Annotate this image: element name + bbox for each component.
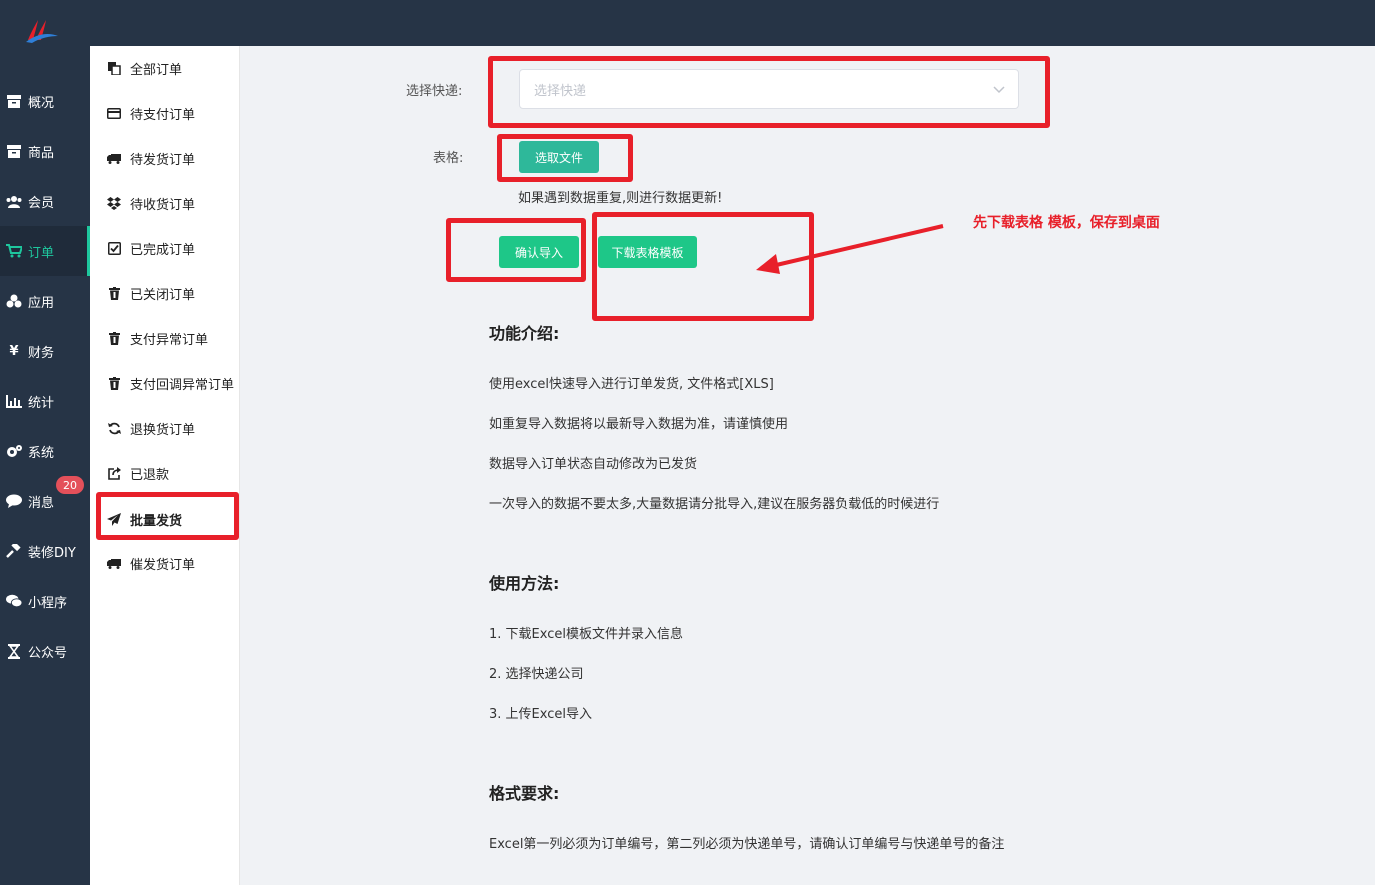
nav-item-goods[interactable]: 商品 bbox=[0, 126, 90, 176]
nav-item-mini-program[interactable]: 小程序 bbox=[0, 576, 90, 626]
refresh-icon bbox=[107, 422, 121, 436]
nav-item-apps[interactable]: 应用 bbox=[0, 276, 90, 326]
intro-title: 功能介绍: bbox=[489, 324, 560, 343]
subnav-item-batch-shipping[interactable]: 批量发货 bbox=[90, 497, 240, 542]
intro-line: 一次导入的数据不要太多,大量数据请分批导入,建议在服务器负载低的时候进行 bbox=[489, 497, 940, 512]
truck-icon bbox=[107, 152, 121, 166]
cubes-icon bbox=[6, 293, 22, 309]
trash-icon bbox=[107, 287, 121, 301]
order-sidebar: 全部订单 待支付订单 待发货订单 待收货订单 已完成订单 已关闭订单 支付异常订… bbox=[90, 46, 240, 885]
nav-item-label: 应用 bbox=[28, 295, 55, 311]
nav-item-label: 消息 bbox=[28, 495, 55, 511]
nav-item-label: 装修DIY bbox=[28, 545, 76, 561]
credit-card-icon bbox=[107, 107, 121, 121]
comment-icon bbox=[6, 493, 22, 509]
subnav-item-label: 支付异常订单 bbox=[130, 333, 209, 348]
subnav-item-completed[interactable]: 已完成订单 bbox=[90, 226, 240, 271]
gears-icon bbox=[6, 443, 22, 459]
nav-item-label: 商品 bbox=[28, 145, 55, 161]
yen-icon: ¥ bbox=[9, 343, 19, 359]
subnav-item-pending-receipt[interactable]: 待收货订单 bbox=[90, 181, 240, 226]
subnav-item-label: 已关闭订单 bbox=[130, 288, 196, 303]
nav-item-label: 公众号 bbox=[28, 645, 68, 661]
subnav-item-label: 已退款 bbox=[130, 468, 170, 483]
subnav-item-label: 支付回调异常订单 bbox=[130, 378, 235, 393]
format-title: 格式要求: bbox=[489, 784, 560, 803]
trash-icon bbox=[107, 377, 121, 391]
users-icon bbox=[6, 193, 22, 209]
cart-icon bbox=[6, 243, 22, 259]
nav-item-label: 统计 bbox=[28, 395, 55, 411]
trash-icon bbox=[107, 332, 121, 346]
bar-chart-icon bbox=[6, 393, 22, 409]
nav-item-finance[interactable]: ¥ 财务 bbox=[0, 326, 90, 376]
subnav-item-label: 已完成订单 bbox=[130, 243, 196, 258]
download-template-button[interactable]: 下载表格模板 bbox=[598, 236, 697, 268]
duplicate-hint: 如果遇到数据重复,则进行数据更新! bbox=[518, 191, 723, 206]
subnav-item-label: 待收货订单 bbox=[130, 198, 196, 213]
archive-icon bbox=[6, 143, 22, 159]
nav-item-stats[interactable]: 统计 bbox=[0, 376, 90, 426]
hourglass-icon bbox=[6, 643, 22, 659]
intro-line: 如重复导入数据将以最新导入数据为准，请谨慎使用 bbox=[489, 417, 789, 432]
subnav-item-pending-shipment[interactable]: 待发货订单 bbox=[90, 136, 240, 181]
subnav-item-payment-exception[interactable]: 支付异常订单 bbox=[90, 316, 240, 361]
intro-line: 使用excel快速导入进行订单发货, 文件格式[XLS] bbox=[489, 377, 774, 392]
express-label: 选择快递: bbox=[406, 84, 463, 99]
subnav-item-label: 退换货订单 bbox=[130, 423, 196, 438]
subnav-item-label: 待支付订单 bbox=[130, 108, 196, 123]
subnav-item-returns[interactable]: 退换货订单 bbox=[90, 406, 240, 451]
primary-sidebar: 概况 商品 会员 订单 应用 ¥ 财务 统计 系统 消息 装修DIY 小程序 公… bbox=[0, 46, 90, 885]
nav-item-official-account[interactable]: 公众号 bbox=[0, 626, 90, 676]
subnav-item-pending-payment[interactable]: 待支付订单 bbox=[90, 91, 240, 136]
nav-item-label: 概况 bbox=[28, 95, 55, 111]
subnav-item-urge-shipment[interactable]: 催发货订单 bbox=[90, 541, 240, 586]
top-bar bbox=[0, 0, 1375, 46]
subnav-item-callback-exception[interactable]: 支付回调异常订单 bbox=[90, 361, 240, 406]
nav-item-label: 小程序 bbox=[28, 595, 68, 611]
nav-item-label: 会员 bbox=[28, 195, 55, 211]
usage-line: 2. 选择快递公司 bbox=[489, 667, 584, 682]
nav-item-system[interactable]: 系统 bbox=[0, 426, 90, 476]
annotation-text: 先下载表格 模板，保存到桌面 bbox=[973, 215, 1160, 231]
gavel-icon bbox=[6, 543, 22, 559]
wechat-icon bbox=[6, 593, 22, 609]
message-count-badge: 20 bbox=[56, 476, 84, 494]
share-icon bbox=[107, 467, 121, 481]
subnav-item-refunded[interactable]: 已退款 bbox=[90, 451, 240, 496]
brand-logo-icon[interactable] bbox=[24, 18, 60, 44]
confirm-import-button[interactable]: 确认导入 bbox=[499, 236, 579, 268]
check-square-icon bbox=[107, 242, 121, 256]
subnav-item-label: 催发货订单 bbox=[130, 558, 196, 573]
paper-plane-icon bbox=[107, 513, 121, 527]
nav-item-orders[interactable]: 订单 bbox=[0, 226, 90, 276]
intro-line: 数据导入订单状态自动修改为已发货 bbox=[489, 457, 698, 472]
express-select-placeholder: 选择快递 bbox=[534, 83, 587, 99]
choose-file-button[interactable]: 选取文件 bbox=[519, 141, 599, 173]
usage-line: 3. 上传Excel导入 bbox=[489, 707, 592, 722]
subnav-item-closed[interactable]: 已关闭订单 bbox=[90, 271, 240, 316]
usage-title: 使用方法: bbox=[489, 574, 560, 593]
nav-item-label: 财务 bbox=[28, 345, 55, 361]
subnav-item-all-orders[interactable]: 全部订单 bbox=[90, 46, 240, 91]
sheet-label: 表格: bbox=[433, 151, 464, 166]
subnav-item-label: 待发货订单 bbox=[130, 153, 196, 168]
main-content bbox=[241, 46, 1375, 885]
truck-icon bbox=[107, 557, 121, 571]
express-select[interactable]: 选择快递 bbox=[519, 69, 1019, 109]
subnav-item-label: 批量发货 bbox=[130, 514, 183, 529]
nav-item-overview[interactable]: 概况 bbox=[0, 76, 90, 126]
dropbox-icon bbox=[107, 197, 121, 211]
format-line: Excel第一列必须为订单编号，第二列必须为快递单号，请确认订单编号与快递单号的… bbox=[489, 837, 1005, 852]
usage-line: 1. 下载Excel模板文件并录入信息 bbox=[489, 627, 683, 642]
nav-item-members[interactable]: 会员 bbox=[0, 176, 90, 226]
annotation-arrow-icon bbox=[756, 224, 944, 274]
archive-icon bbox=[6, 93, 22, 109]
nav-item-decoration[interactable]: 装修DIY bbox=[0, 526, 90, 576]
nav-item-label: 系统 bbox=[28, 445, 55, 461]
nav-item-label: 订单 bbox=[28, 245, 55, 261]
copy-icon bbox=[107, 62, 121, 76]
chevron-down-icon bbox=[993, 86, 1005, 94]
subnav-item-label: 全部订单 bbox=[130, 63, 183, 78]
